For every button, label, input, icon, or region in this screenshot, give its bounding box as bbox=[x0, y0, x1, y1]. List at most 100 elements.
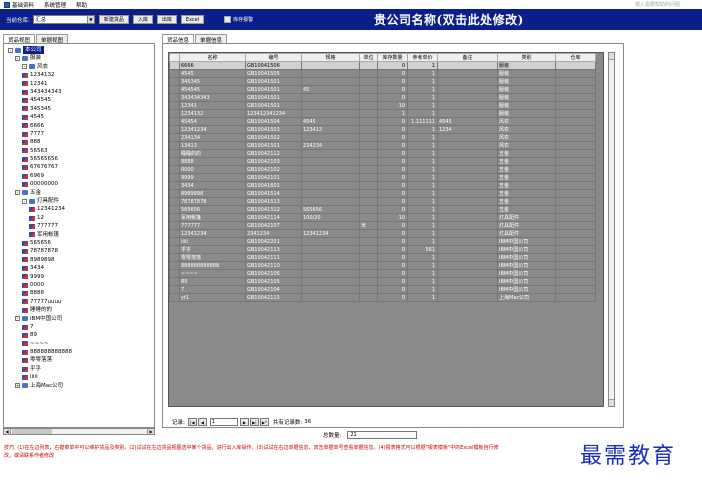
table-cell[interactable] bbox=[555, 181, 596, 190]
table-row[interactable]: 9999 GB10042101 0 1 五金 bbox=[169, 173, 596, 182]
table-cell[interactable] bbox=[301, 101, 360, 110]
tree-leaf-item[interactable]: 345345 bbox=[4, 105, 154, 113]
table-cell[interactable] bbox=[437, 141, 498, 150]
table-cell[interactable] bbox=[437, 261, 498, 270]
table-cell[interactable] bbox=[555, 85, 596, 94]
collapse-icon[interactable]: - bbox=[22, 64, 27, 70]
tree-leaf-item[interactable]: 888888888888 bbox=[4, 348, 154, 356]
tree-horizontal-scrollbar[interactable]: ◀ ▶ bbox=[3, 428, 155, 435]
company-name-title[interactable]: 贵公司名称(双击此处修改) bbox=[374, 11, 524, 28]
table-cell[interactable] bbox=[359, 285, 378, 294]
table-cell[interactable] bbox=[359, 125, 378, 134]
table-cell[interactable] bbox=[359, 245, 378, 254]
table-cell[interactable]: 五金 bbox=[497, 197, 556, 206]
table-cell[interactable] bbox=[555, 205, 596, 214]
tree-folder-item[interactable]: + 上海Mac公司 bbox=[4, 382, 154, 390]
tree-leaf-item[interactable]: 3434 bbox=[4, 264, 154, 272]
table-cell[interactable]: 0 bbox=[377, 253, 408, 262]
table-cell[interactable]: 12341 bbox=[179, 101, 246, 110]
table-cell[interactable]: 0 bbox=[377, 125, 408, 134]
tab-goods-view[interactable]: 货品视图 bbox=[3, 34, 36, 44]
table-cell[interactable]: 123412341234 bbox=[245, 109, 302, 118]
row-selector[interactable] bbox=[169, 173, 180, 182]
table-cell[interactable] bbox=[359, 181, 378, 190]
tree-leaf-item[interactable]: ~~~~ bbox=[4, 340, 154, 348]
table-cell[interactable]: 0 bbox=[377, 293, 408, 302]
row-selector[interactable] bbox=[169, 253, 180, 262]
table-cell[interactable] bbox=[555, 149, 596, 158]
table-cell[interactable]: GB10041501 bbox=[245, 93, 302, 102]
table-cell[interactable]: IBM中国公司 bbox=[497, 253, 556, 262]
menu-basic-data[interactable]: 基础资料 bbox=[4, 1, 34, 9]
table-row[interactable]: iiiii GB10042201 0 1 IBM中国公司 bbox=[169, 237, 596, 246]
tree-leaf-item[interactable]: 8989898 bbox=[4, 256, 154, 264]
scroll-left-icon[interactable]: ◀ bbox=[4, 429, 11, 434]
tree-folder-item[interactable]: - 灯具配件 bbox=[4, 197, 154, 205]
table-cell[interactable] bbox=[301, 253, 360, 262]
table-cell[interactable]: 100/20 bbox=[301, 213, 360, 222]
table-cell[interactable] bbox=[437, 189, 498, 198]
table-row[interactable]: 12341234 GB10041503 123413 0 1 1234 风衣 bbox=[169, 125, 596, 134]
table-cell[interactable]: 12341234 bbox=[179, 125, 246, 134]
scroll-thumb[interactable] bbox=[12, 429, 52, 434]
table-cell[interactable] bbox=[555, 165, 596, 174]
table-cell[interactable] bbox=[437, 157, 498, 166]
table-cell[interactable] bbox=[555, 197, 596, 206]
table-cell[interactable] bbox=[555, 189, 596, 198]
table-cell[interactable]: 风衣 bbox=[497, 117, 556, 126]
table-cell[interactable]: 五金 bbox=[497, 149, 556, 158]
table-cell[interactable]: IBM中国公司 bbox=[497, 269, 556, 278]
table-cell[interactable]: 3434 bbox=[179, 181, 246, 190]
table-cell[interactable]: 4545 bbox=[301, 117, 360, 126]
table-cell[interactable]: GB10042113 bbox=[245, 245, 302, 254]
table-cell[interactable] bbox=[359, 253, 378, 262]
table-cell[interactable]: GB10041513 bbox=[245, 197, 302, 206]
table-cell[interactable]: 乎乎 bbox=[179, 245, 246, 254]
scroll-down-icon[interactable] bbox=[609, 399, 614, 406]
table-cell[interactable] bbox=[359, 61, 378, 70]
table-cell[interactable] bbox=[301, 157, 360, 166]
table-cell[interactable]: 五金 bbox=[497, 181, 556, 190]
table-cell[interactable] bbox=[555, 69, 596, 78]
table-cell[interactable] bbox=[301, 221, 360, 230]
table-cell[interactable]: 12341234 bbox=[179, 229, 246, 238]
table-cell[interactable]: 6666 bbox=[179, 61, 246, 70]
new-record-icon[interactable]: ▶* bbox=[259, 417, 269, 426]
table-cell[interactable] bbox=[301, 261, 360, 270]
table-row[interactable]: 1234132 123412341234 1 1 服装 bbox=[169, 109, 596, 118]
table-cell[interactable] bbox=[437, 109, 498, 118]
table-row[interactable]: 0000 GB10042102 0 1 五金 bbox=[169, 165, 596, 174]
table-cell[interactable]: 1 bbox=[407, 61, 438, 70]
table-cell[interactable]: 0 bbox=[377, 221, 408, 230]
table-cell[interactable]: 1 bbox=[407, 277, 438, 286]
table-cell[interactable]: IBM中国公司 bbox=[497, 237, 556, 246]
table-cell[interactable]: 45 bbox=[301, 85, 360, 94]
table-cell[interactable]: 0 bbox=[377, 77, 408, 86]
table-cell[interactable] bbox=[359, 117, 378, 126]
tree-leaf-item[interactable]: 零零落落 bbox=[4, 356, 154, 364]
table-cell[interactable]: 565656 bbox=[301, 205, 360, 214]
table-cell[interactable]: 服装 bbox=[497, 101, 556, 110]
table-cell[interactable] bbox=[437, 213, 498, 222]
table-cell[interactable]: 4545 bbox=[437, 117, 498, 126]
table-cell[interactable] bbox=[437, 285, 498, 294]
tree-leaf-item[interactable]: 6666 bbox=[4, 122, 154, 130]
table-cell[interactable] bbox=[555, 173, 596, 182]
tree-leaf-item[interactable]: 乎乎 bbox=[4, 365, 154, 373]
table-cell[interactable]: yt1 bbox=[179, 293, 246, 302]
table-cell[interactable]: 10 bbox=[377, 213, 408, 222]
table-cell[interactable] bbox=[437, 221, 498, 230]
table-cell[interactable]: 0 bbox=[377, 189, 408, 198]
table-cell[interactable] bbox=[437, 85, 498, 94]
row-selector[interactable] bbox=[169, 165, 180, 174]
table-row[interactable]: 零零落落 GB10042111 0 1 IBM中国公司 bbox=[169, 253, 596, 262]
table-cell[interactable]: GB10041501 bbox=[245, 141, 302, 150]
tree-folder-item[interactable]: - 风衣 bbox=[4, 63, 154, 71]
table-cell[interactable]: 0 bbox=[377, 141, 408, 150]
table-cell[interactable] bbox=[301, 269, 360, 278]
tree-leaf-item[interactable]: 6969 bbox=[4, 172, 154, 180]
table-cell[interactable] bbox=[359, 85, 378, 94]
table-cell[interactable]: 灯具配件 bbox=[497, 213, 556, 222]
table-cell[interactable]: 10 bbox=[377, 101, 408, 110]
row-selector[interactable] bbox=[169, 93, 180, 102]
